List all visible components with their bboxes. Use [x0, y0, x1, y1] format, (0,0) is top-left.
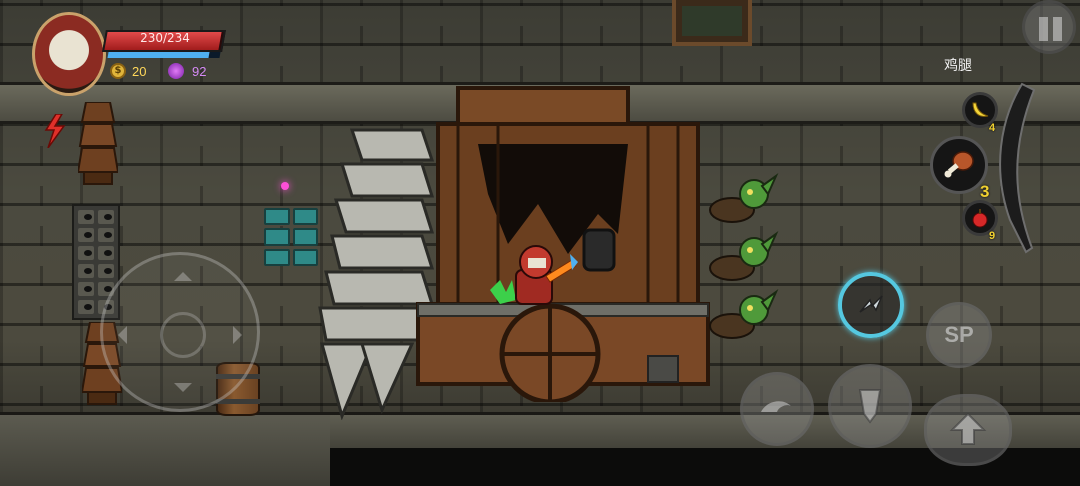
pause-button[interactable]	[1022, 0, 1076, 54]
mana-bar	[107, 52, 221, 58]
goblin-enemy	[709, 231, 779, 281]
special-button-label: SP	[944, 322, 974, 347]
joystick-down-arrow-icon	[174, 383, 192, 401]
wall-spike-trap-upper	[78, 102, 118, 185]
gold-count: 20	[132, 64, 147, 79]
player-knight-character	[490, 245, 578, 305]
goblin-enemy	[709, 289, 779, 339]
dash-icon	[761, 401, 791, 412]
mana-bar-fill	[107, 52, 210, 58]
magic-spark	[281, 182, 289, 190]
banana-icon	[972, 102, 989, 117]
wall-painting	[672, 0, 752, 46]
jump-button[interactable]	[924, 394, 1012, 466]
sword-icon	[858, 389, 882, 424]
joystick-up-arrow-icon	[174, 263, 192, 281]
goblin-enemy	[709, 173, 779, 223]
jump-arrow-icon	[949, 412, 987, 445]
special-button[interactable]: SP	[926, 302, 992, 368]
attack-button[interactable]	[828, 364, 912, 448]
apple-icon	[972, 209, 988, 228]
joystick-knob[interactable]	[160, 312, 206, 358]
soul-count: 92	[192, 64, 207, 79]
selected-item-label: 鸡腿	[944, 58, 972, 74]
dash-button[interactable]	[740, 372, 814, 446]
joystick-right-arrow-icon	[233, 326, 251, 344]
left-floor-block	[0, 412, 330, 486]
chicken-leg-icon	[944, 151, 974, 178]
lightning-buff-icon	[44, 114, 66, 148]
gold-coin-icon: $	[110, 63, 126, 79]
virtual-joystick[interactable]	[100, 252, 260, 412]
joystick-left-arrow-icon	[109, 326, 127, 344]
apple-count: 9	[989, 230, 996, 242]
game-scene	[0, 0, 1080, 486]
hp-text: 230/234	[140, 31, 190, 45]
lightning-skill-icon	[859, 295, 883, 313]
soul-orb-icon	[168, 63, 184, 79]
banana-count: 4	[989, 122, 996, 134]
teal-rune-blocks	[264, 208, 318, 266]
skill-button[interactable]	[838, 272, 904, 338]
player-portrait-avatar	[32, 12, 106, 96]
chicken-leg-count: 3	[980, 182, 990, 201]
